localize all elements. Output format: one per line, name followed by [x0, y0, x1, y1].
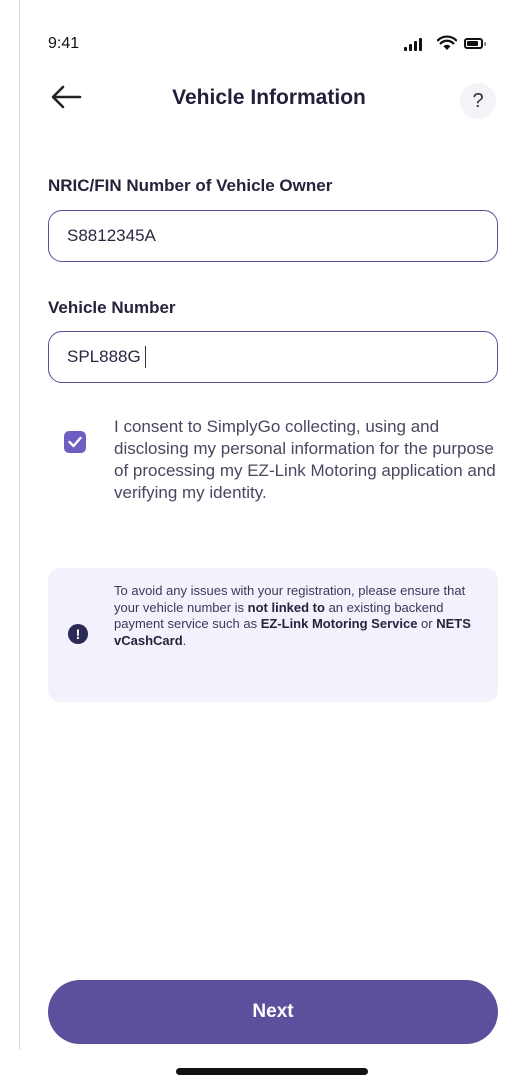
notice-box: ! To avoid any issues with your registra…: [48, 568, 498, 702]
notice-text: To avoid any issues with your registrati…: [114, 583, 471, 648]
nric-input[interactable]: S8812345A: [48, 210, 498, 262]
checkmark-icon: [68, 436, 82, 448]
nric-input-value: S8812345A: [67, 226, 156, 245]
consent-text: I consent to SimplyGo collecting, using …: [114, 417, 496, 502]
help-button[interactable]: ?: [460, 83, 496, 119]
vehicle-number-value: SPL888G: [67, 347, 141, 366]
next-button[interactable]: Next: [48, 980, 498, 1044]
home-indicator: [176, 1068, 368, 1075]
nric-label: NRIC/FIN Number of Vehicle Owner: [48, 176, 333, 195]
frame-divider: [19, 0, 20, 1050]
status-time: 9:41: [48, 35, 80, 52]
consent-checkbox[interactable]: [64, 431, 86, 453]
battery-icon: [464, 38, 486, 49]
signal-icon: [404, 37, 422, 51]
vehicle-number-input[interactable]: SPL888G: [48, 331, 498, 383]
page-title: Vehicle Information: [172, 86, 366, 109]
vehicle-number-label: Vehicle Number: [48, 298, 176, 317]
text-cursor: [144, 346, 147, 368]
exclamation-icon: !: [68, 624, 88, 644]
status-icons: [404, 35, 500, 53]
wifi-icon: [437, 35, 457, 50]
